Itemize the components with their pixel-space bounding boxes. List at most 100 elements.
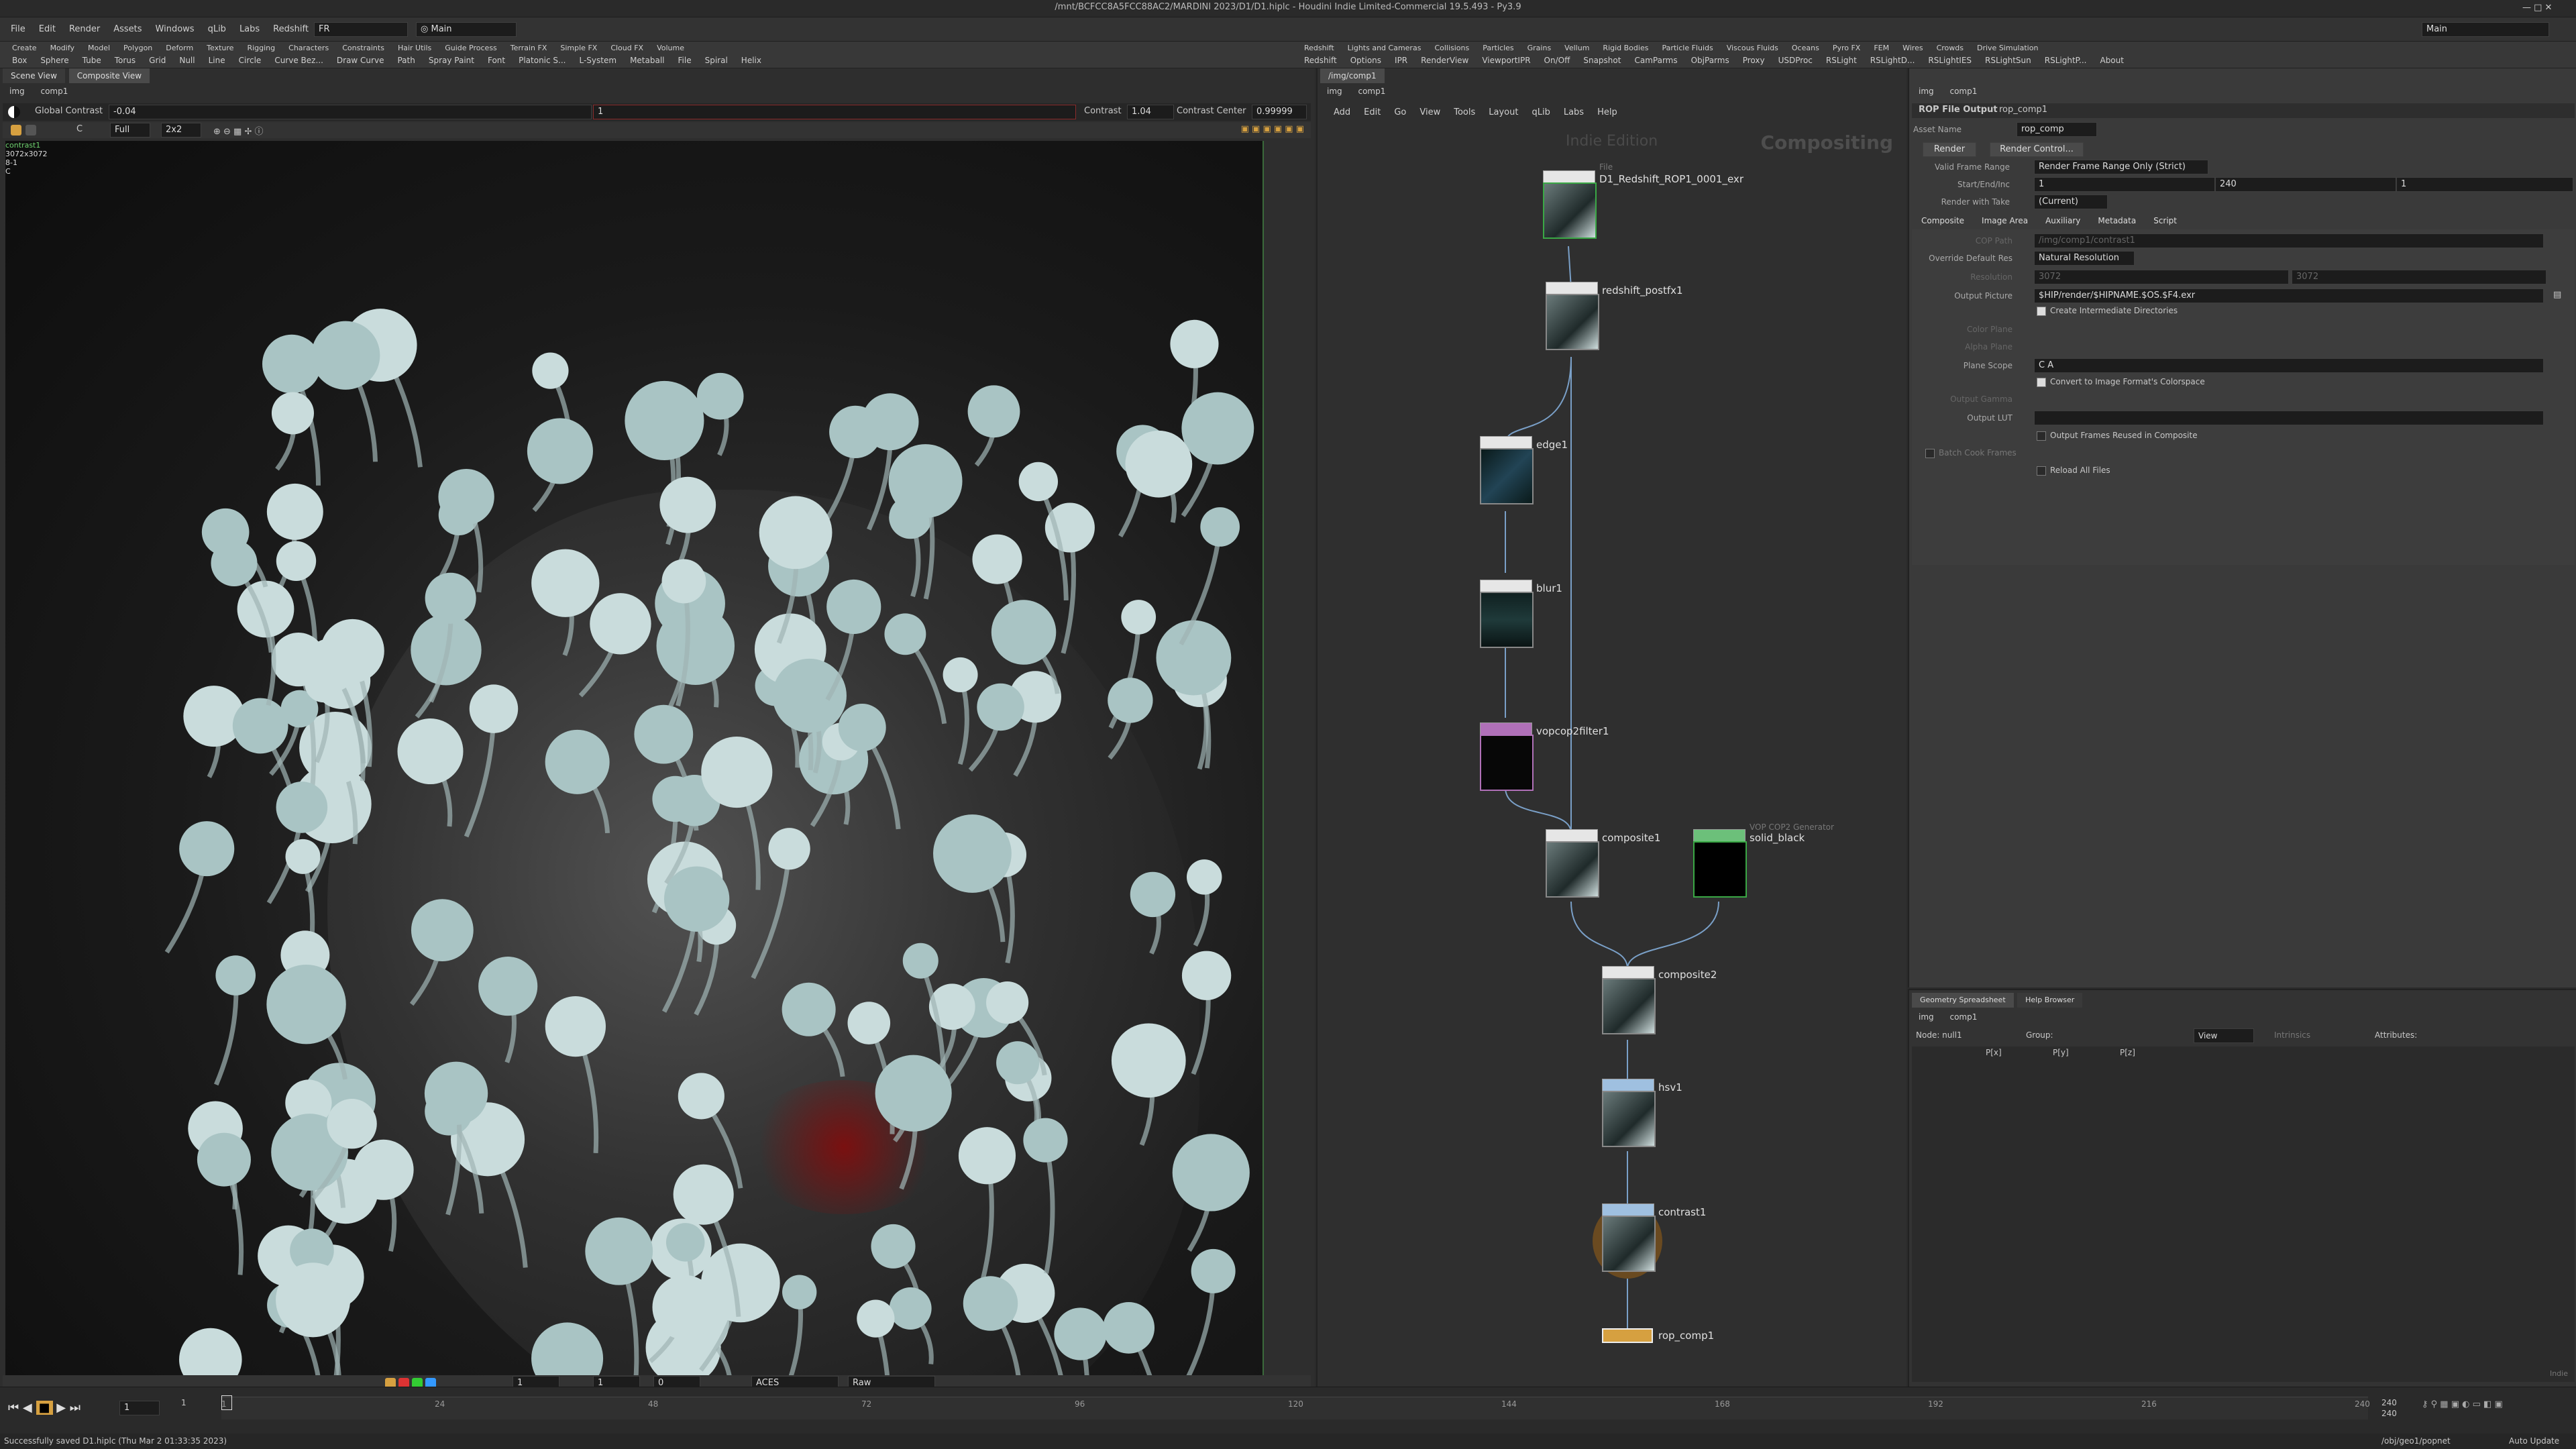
shelf-tool-10[interactable]: Path bbox=[392, 54, 420, 67]
view-icon[interactable] bbox=[25, 125, 36, 136]
shelf-tool-17[interactable]: Spiral bbox=[700, 54, 733, 67]
param-tab-2[interactable]: Auxiliary bbox=[2037, 213, 2089, 228]
output-picture-field[interactable]: $HIP/render/$HIPNAME.$OS.$F4.exr bbox=[2034, 288, 2544, 303]
output-lut-field[interactable] bbox=[2034, 411, 2544, 425]
shelf-tool-right-13[interactable]: RSLightIES bbox=[1923, 54, 1977, 67]
param-path-comp1[interactable]: comp1 bbox=[1944, 85, 1982, 98]
convert-toggle[interactable]: Convert to Image Format's Colorspace bbox=[2037, 377, 2205, 387]
shelf-tab-right-1[interactable]: Lights and Cameras bbox=[1342, 42, 1427, 52]
cop-path-field[interactable]: /img/comp1/contrast1 bbox=[2034, 233, 2544, 248]
shelf-tool-right-10[interactable]: USDProc bbox=[1773, 54, 1818, 67]
window-controls[interactable]: — □ ✕ bbox=[2522, 3, 2569, 15]
output-frames-toggle[interactable]: Output Frames Reused in Composite bbox=[2037, 431, 2198, 441]
value-field[interactable]: 1 bbox=[593, 105, 1076, 119]
menu-item-3[interactable]: Assets bbox=[108, 23, 147, 36]
param-tab-4[interactable]: Script bbox=[2145, 213, 2186, 228]
param-tab-3[interactable]: Metadata bbox=[2090, 213, 2145, 228]
ss-intrinsics[interactable]: Intrinsics bbox=[2274, 1030, 2310, 1040]
menu-item-0[interactable]: File bbox=[5, 23, 31, 36]
menu-item-6[interactable]: Labs bbox=[234, 23, 265, 36]
shelf-tool-18[interactable]: Helix bbox=[736, 54, 767, 67]
shelf-tool-right-15[interactable]: RSLightP... bbox=[2039, 54, 2092, 67]
param-path-img[interactable]: img bbox=[1913, 85, 1939, 98]
menu-item-1[interactable]: Edit bbox=[34, 23, 61, 36]
shelf-tab-5[interactable]: Texture bbox=[201, 42, 239, 52]
current-frame-field[interactable]: 1 bbox=[119, 1401, 160, 1415]
shelf-tab-right-5[interactable]: Vellum bbox=[1559, 42, 1595, 52]
ss-path-comp1[interactable]: comp1 bbox=[1944, 1010, 1982, 1024]
shelf-tool-right-6[interactable]: Snapshot bbox=[1578, 54, 1626, 67]
end-field[interactable]: 240 bbox=[2215, 177, 2396, 192]
shelf-tab-10[interactable]: Guide Process bbox=[439, 42, 502, 52]
composite-image[interactable]: contrast1 3072x3072 8-1 C bbox=[5, 141, 1264, 1415]
auto-update[interactable]: Auto Update bbox=[2509, 1436, 2559, 1446]
plane-scope-field[interactable]: C A bbox=[2034, 358, 2544, 373]
render-button[interactable]: Render bbox=[1923, 142, 1976, 157]
shelf-tool-2[interactable]: Tube bbox=[77, 54, 107, 67]
ss-view-select[interactable]: View bbox=[2194, 1028, 2254, 1043]
shelf-tool-8[interactable]: Curve Bez... bbox=[269, 54, 329, 67]
shelf-tab-right-8[interactable]: Viscous Fluids bbox=[1721, 42, 1784, 52]
snapshot-icon[interactable] bbox=[11, 125, 21, 136]
shelf-tool-right-7[interactable]: CamParms bbox=[1629, 54, 1682, 67]
playhead[interactable] bbox=[221, 1395, 232, 1410]
shelf-tool-0[interactable]: Box bbox=[7, 54, 32, 67]
shelf-tab-2[interactable]: Model bbox=[83, 42, 115, 52]
render-control-button[interactable]: Render Control... bbox=[1990, 142, 2084, 157]
param-tab-1[interactable]: Image Area bbox=[1974, 213, 2037, 228]
shelf-tool-14[interactable]: L-System bbox=[574, 54, 623, 67]
playback-controls[interactable]: ⏮ ◀ ■ ▶ ⏭ bbox=[8, 1401, 80, 1415]
shelf-tab-right-3[interactable]: Particles bbox=[1477, 42, 1519, 52]
param-node-name[interactable]: rop_comp1 bbox=[1999, 105, 2047, 115]
shelf-tab-11[interactable]: Terrain FX bbox=[505, 42, 553, 52]
viewer-right-icons[interactable]: ▣ ▣ ▣ ▣ ▣ ▣ bbox=[1241, 124, 1304, 134]
shelf-tab-13[interactable]: Cloud FX bbox=[605, 42, 649, 52]
shelf-tab-right-13[interactable]: Crowds bbox=[1931, 42, 1969, 52]
zoom-icon[interactable]: ⊕ ⊖ ▦ ✢ ⓘ bbox=[213, 124, 264, 137]
shelf-tab-6[interactable]: Rigging bbox=[241, 42, 280, 52]
res-y-field[interactable]: 3072 bbox=[2292, 270, 2546, 284]
shelf-tab-right-7[interactable]: Particle Fluids bbox=[1656, 42, 1718, 52]
shelf-tool-6[interactable]: Line bbox=[203, 54, 231, 67]
create-dirs-toggle[interactable]: Create Intermediate Directories bbox=[2037, 306, 2178, 316]
shelf-tool-7[interactable]: Circle bbox=[233, 54, 267, 67]
shelf-tab-8[interactable]: Constraints bbox=[337, 42, 390, 52]
shelf-tool-right-1[interactable]: Options bbox=[1345, 54, 1387, 67]
shelf-tab-right-2[interactable]: Collisions bbox=[1429, 42, 1474, 52]
shelf-tool-right-5[interactable]: On/Off bbox=[1539, 54, 1576, 67]
shelf-tab-4[interactable]: Deform bbox=[160, 42, 199, 52]
inc-field[interactable]: 1 bbox=[2396, 177, 2573, 192]
shelf-tool-right-11[interactable]: RSLight bbox=[1821, 54, 1862, 67]
shelf-tab-right-12[interactable]: Wires bbox=[1897, 42, 1928, 52]
shelf-tool-4[interactable]: Grid bbox=[144, 54, 171, 67]
reload-toggle[interactable]: Reload All Files bbox=[2037, 466, 2110, 476]
ss-path-img[interactable]: img bbox=[1913, 1010, 1939, 1024]
shelf-tab-right-11[interactable]: FEM bbox=[1868, 42, 1894, 52]
shelf-tool-right-2[interactable]: IPR bbox=[1389, 54, 1413, 67]
shelf-tool-12[interactable]: Font bbox=[482, 54, 511, 67]
tab-scene-view[interactable]: Scene View bbox=[3, 68, 65, 83]
contrast-center-field[interactable]: 0.99999 bbox=[1252, 105, 1307, 119]
shelf-tool-right-9[interactable]: Proxy bbox=[1737, 54, 1770, 67]
shelf-tab-3[interactable]: Polygon bbox=[118, 42, 158, 52]
shelf-tool-right-12[interactable]: RSLightD... bbox=[1865, 54, 1921, 67]
tab-composite-view[interactable]: Composite View bbox=[68, 68, 150, 83]
tab-help-browser[interactable]: Help Browser bbox=[2017, 993, 2083, 1008]
shelf-tab-1[interactable]: Modify bbox=[45, 42, 80, 52]
ratio-select[interactable]: 2x2 bbox=[161, 123, 201, 138]
shelf-tab-12[interactable]: Simple FX bbox=[555, 42, 602, 52]
shelf-tab-right-4[interactable]: Grains bbox=[1522, 42, 1557, 52]
start-field[interactable]: 1 bbox=[2034, 177, 2215, 192]
menu-item-4[interactable]: Windows bbox=[150, 23, 200, 36]
shelf-tool-5[interactable]: Null bbox=[174, 54, 200, 67]
path-comp1[interactable]: comp1 bbox=[35, 85, 73, 98]
shelf-tab-7[interactable]: Characters bbox=[283, 42, 334, 52]
override-select[interactable]: Natural Resolution bbox=[2034, 251, 2135, 266]
tab-geometry-spreadsheet[interactable]: Geometry Spreadsheet bbox=[1912, 993, 2014, 1008]
contrast-field[interactable]: 1.04 bbox=[1127, 105, 1174, 119]
full-select[interactable]: Full bbox=[110, 123, 150, 138]
shelf-tab-14[interactable]: Volume bbox=[651, 42, 690, 52]
shelf-tab-right-10[interactable]: Pyro FX bbox=[1827, 42, 1866, 52]
shelf-tab-0[interactable]: Create bbox=[7, 42, 42, 52]
shelf-tool-1[interactable]: Sphere bbox=[35, 54, 74, 67]
